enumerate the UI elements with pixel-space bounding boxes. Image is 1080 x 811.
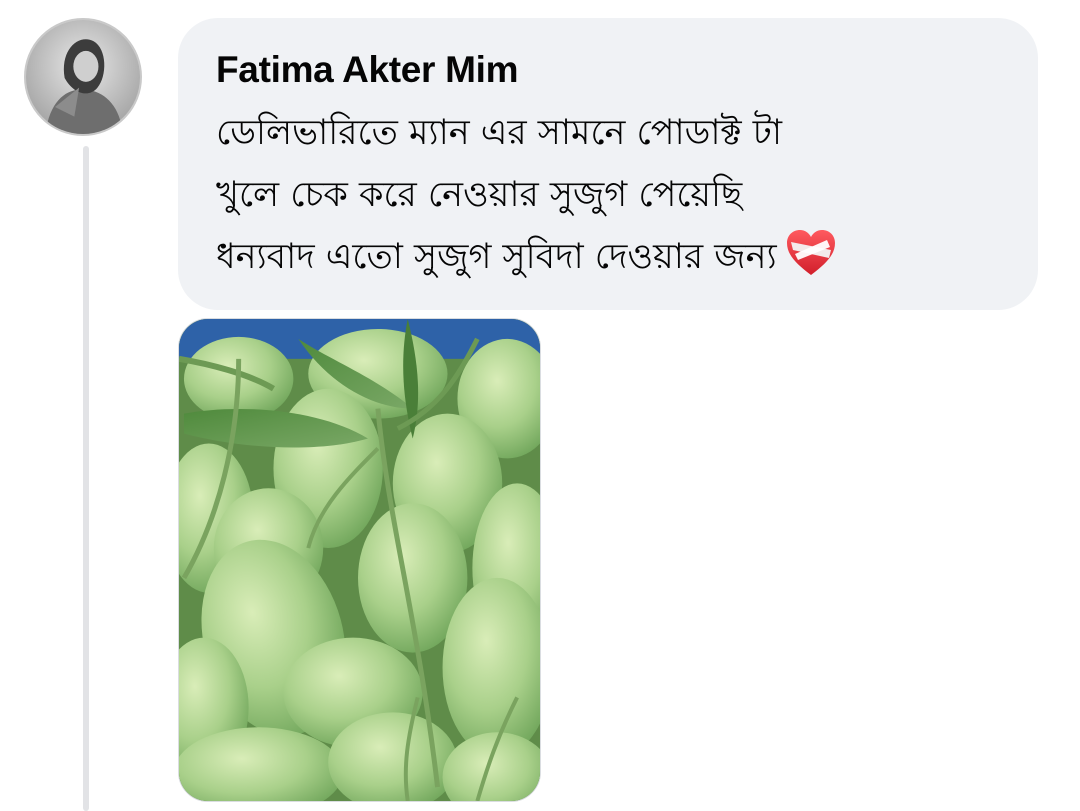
avatar-photo	[26, 20, 140, 134]
comment-author[interactable]: Fatima Akter Mim	[216, 48, 1008, 92]
mending-heart-icon	[786, 230, 835, 275]
comment-line: ধন্যবাদ এতো সুজুগ সুবিদা দেওয়ার জন্য	[216, 237, 777, 277]
comment-bubble: Fatima Akter Mim ডেলিভারিতে ম্যান এর সাম…	[178, 18, 1038, 310]
comment-line: খুলে চেক করে নেওয়ার সুজুগ পেয়েছি	[216, 175, 743, 215]
comment-view: Fatima Akter Mim ডেলিভারিতে ম্যান এর সাম…	[0, 0, 1080, 811]
mango-photo[interactable]	[178, 318, 541, 802]
avatar[interactable]	[24, 18, 142, 136]
comment-text: ডেলিভারিতে ম্যান এর সামনে পোডাক্ট টা খুল…	[216, 102, 1008, 288]
comment-line: ডেলিভারিতে ম্যান এর সামনে পোডাক্ট টা	[216, 113, 783, 153]
mango-image	[179, 319, 540, 801]
thread-line	[83, 146, 89, 811]
